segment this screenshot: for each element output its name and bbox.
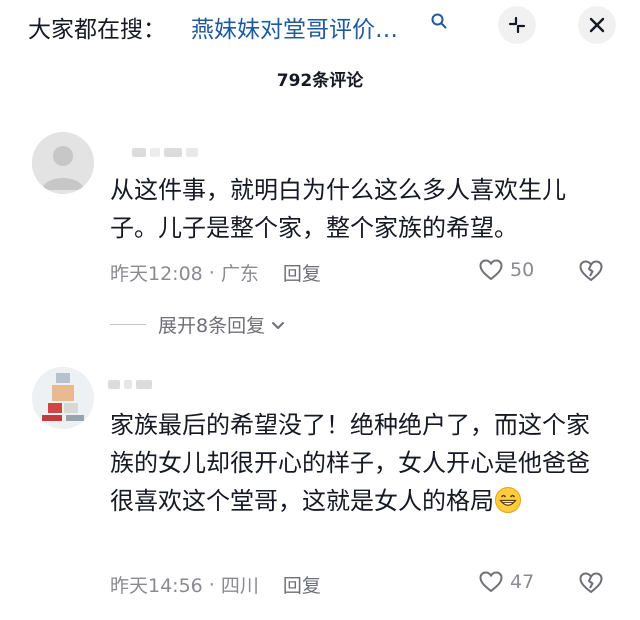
close-icon (589, 17, 605, 33)
expand-replies-button[interactable]: 展开8条回复 (110, 311, 287, 338)
divider (110, 324, 146, 325)
comment-time: 昨天14:56 (110, 575, 203, 597)
username-blurred[interactable] (108, 376, 152, 392)
search-query-link[interactable]: 燕妹妹对堂哥评价… (191, 10, 431, 44)
comment-time: 昨天12:08 (110, 263, 203, 285)
top-search-bar: 大家都在搜： 燕妹妹对堂哥评价… (0, 0, 640, 56)
search-icon[interactable] (430, 12, 448, 30)
broken-heart-icon[interactable] (578, 258, 604, 284)
minimize-button[interactable] (498, 6, 536, 44)
heart-icon (479, 259, 503, 281)
like-button[interactable]: 47 (478, 570, 534, 594)
avatar[interactable] (32, 367, 94, 429)
avatar[interactable] (32, 132, 94, 194)
comment-meta: 昨天12:08 · 广东 回复 (110, 259, 321, 286)
chevron-down-icon (272, 321, 285, 329)
broken-heart-icon[interactable] (578, 570, 604, 596)
search-prefix: 大家都在搜： (28, 17, 166, 43)
comment-location: 广东 (220, 263, 259, 285)
cartoon-avatar-icon (32, 367, 94, 429)
comment-location: 四川 (220, 575, 259, 597)
minimize-icon (508, 16, 526, 34)
grin-emoji-icon (495, 487, 521, 513)
username-blurred[interactable] (132, 144, 198, 160)
meta-separator: · (208, 261, 215, 284)
reply-button[interactable]: 回复 (283, 571, 321, 598)
like-button[interactable]: 50 (478, 258, 534, 282)
like-count: 47 (510, 571, 535, 593)
comment-meta: 昨天14:56 · 四川 回复 (110, 571, 321, 598)
comment-text: 从这件事，就明白为什么这么多人喜欢生儿子。儿子是整个家，整个家族的希望。 (110, 176, 566, 242)
like-count: 50 (510, 259, 535, 281)
meta-separator: · (208, 573, 215, 596)
expand-replies-label: 展开8条回复 (158, 315, 266, 337)
comment-count: 792条评论 (276, 71, 364, 91)
heart-icon (479, 571, 503, 593)
reply-button[interactable]: 回复 (283, 259, 321, 286)
default-avatar-icon (32, 132, 94, 194)
close-button[interactable] (578, 6, 616, 44)
comment-text: 家族最后的希望没了！绝种绝户了，而这个家族的女儿却很开心的样子，女人开心是他爸爸… (110, 406, 610, 520)
